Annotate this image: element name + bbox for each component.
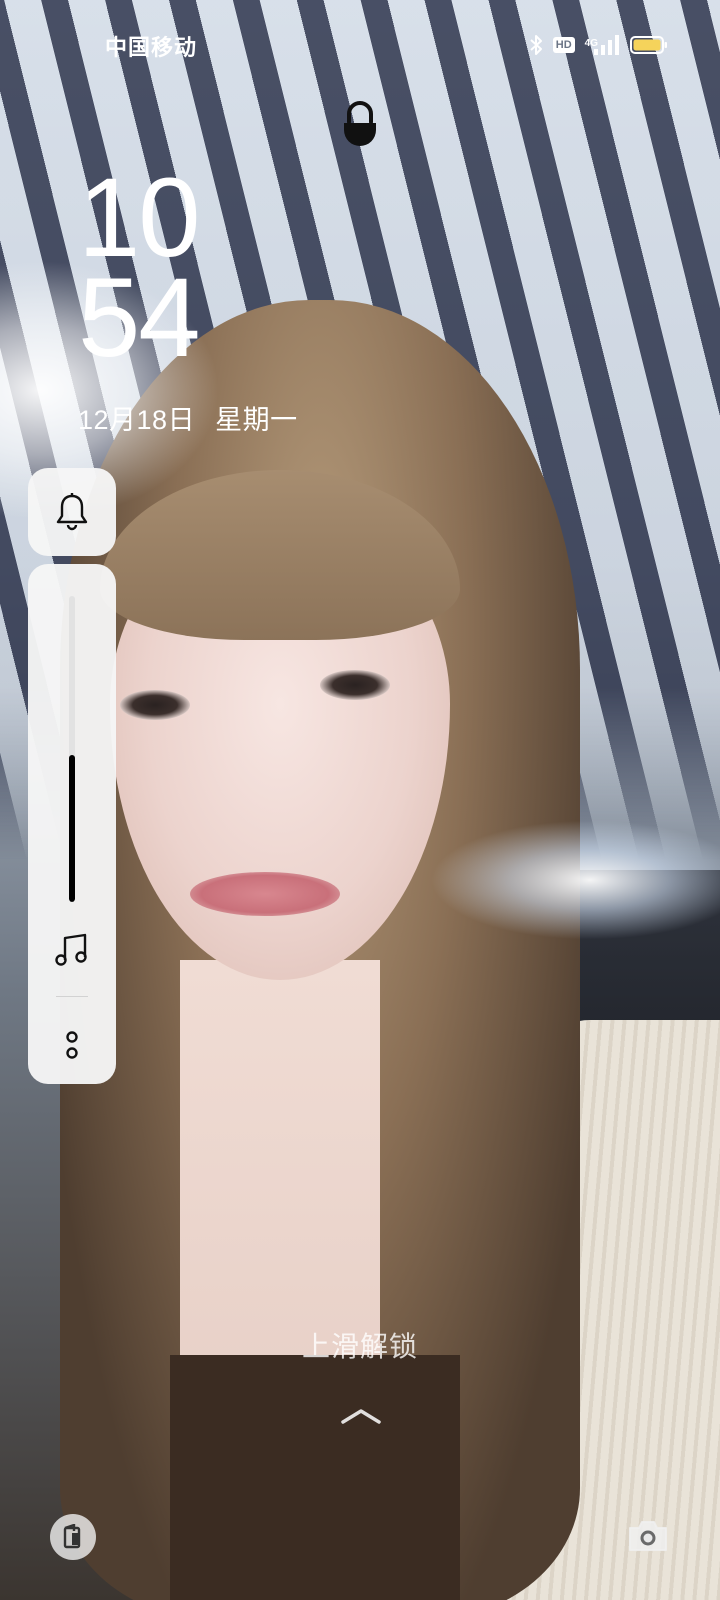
panel-divider [56, 996, 88, 997]
clock-hour: 10 [78, 155, 201, 280]
camera-icon[interactable] [626, 1516, 670, 1556]
clock-minute: 54 [78, 255, 201, 380]
chevron-up-icon [341, 1409, 381, 1424]
bluetooth-icon [530, 35, 542, 55]
lock-icon [344, 101, 376, 146]
date-text: 12月18日 [78, 405, 196, 435]
carrier-name: 中国移动 [105, 35, 198, 60]
bell-icon [56, 493, 88, 531]
hd-icon: HD [552, 37, 575, 53]
swipe-unlock-hint: 上滑解锁 [301, 1331, 418, 1362]
wallet-shortcut-button[interactable] [50, 1514, 96, 1560]
ringer-mode-button[interactable] [28, 468, 116, 556]
status-icons: HD 4G [529, 30, 668, 60]
clock: 10 54 [78, 155, 201, 380]
weekday-text: 星期一 [215, 405, 298, 435]
date-line: 12月18日 星期一 [78, 398, 298, 437]
status-bar: 中国移动 HD 4G [0, 0, 720, 90]
wallet-icon [63, 1524, 81, 1549]
signal-icon: 4G [585, 34, 620, 56]
lock-screen: 中国移动 HD 4G 10 54 12月18日 星期一 上滑解锁 [0, 0, 720, 1600]
battery-icon [630, 36, 667, 54]
volume-slider[interactable] [69, 596, 75, 902]
volume-panel [28, 564, 116, 1084]
network-type-label: 4G [584, 38, 598, 49]
music-note-icon[interactable] [52, 930, 92, 970]
volume-slider-fill [69, 755, 75, 902]
more-options-icon[interactable] [60, 1026, 84, 1066]
